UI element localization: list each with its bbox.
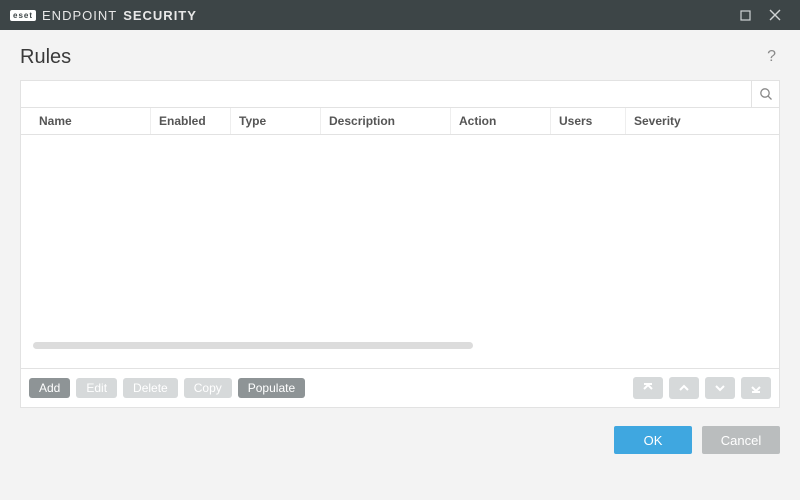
edit-button[interactable]: Edit (76, 378, 117, 398)
populate-button[interactable]: Populate (238, 378, 305, 398)
col-enabled[interactable]: Enabled (151, 108, 231, 134)
titlebar: eset ENDPOINT SECURITY (0, 0, 800, 30)
col-action[interactable]: Action (451, 108, 551, 134)
close-icon (769, 9, 781, 21)
copy-button[interactable]: Copy (184, 378, 232, 398)
dialog-footer: OK Cancel (0, 408, 800, 472)
help-button[interactable]: ? (763, 44, 780, 70)
window-close-button[interactable] (760, 0, 790, 30)
ok-button[interactable]: OK (614, 426, 692, 454)
col-name[interactable]: Name (21, 108, 151, 134)
maximize-icon (740, 10, 751, 21)
brand: eset ENDPOINT SECURITY (10, 8, 197, 23)
chevron-top-icon (642, 382, 654, 394)
dialog-header: Rules ? (0, 30, 800, 80)
col-severity[interactable]: Severity (626, 108, 779, 134)
table-body (21, 135, 779, 355)
col-users[interactable]: Users (551, 108, 626, 134)
search-icon (759, 87, 773, 101)
col-type[interactable]: Type (231, 108, 321, 134)
search-input[interactable] (21, 81, 751, 107)
search-button[interactable] (751, 81, 779, 107)
move-up-button[interactable] (669, 377, 699, 399)
col-description[interactable]: Description (321, 108, 451, 134)
rules-toolbar: Add Edit Delete Copy Populate (21, 368, 779, 407)
window-maximize-button[interactable] (730, 0, 760, 30)
horizontal-scrollbar-thumb[interactable] (33, 342, 473, 349)
delete-button[interactable]: Delete (123, 378, 178, 398)
cancel-button[interactable]: Cancel (702, 426, 780, 454)
move-down-button[interactable] (705, 377, 735, 399)
brand-text-bold: SECURITY (123, 8, 197, 23)
rules-table: Name Enabled Type Description Action Use… (21, 108, 779, 368)
brand-logo-badge: eset (10, 10, 36, 21)
page-title: Rules (20, 46, 71, 69)
search-row (21, 81, 779, 108)
add-button[interactable]: Add (29, 378, 70, 398)
chevron-down-icon (714, 382, 726, 394)
rules-panel: Name Enabled Type Description Action Use… (20, 80, 780, 408)
move-top-button[interactable] (633, 377, 663, 399)
move-bottom-button[interactable] (741, 377, 771, 399)
chevron-bottom-icon (750, 382, 762, 394)
brand-text-thin: ENDPOINT (42, 8, 117, 23)
chevron-up-icon (678, 382, 690, 394)
table-header: Name Enabled Type Description Action Use… (21, 108, 779, 135)
horizontal-scrollbar[interactable] (33, 342, 753, 349)
